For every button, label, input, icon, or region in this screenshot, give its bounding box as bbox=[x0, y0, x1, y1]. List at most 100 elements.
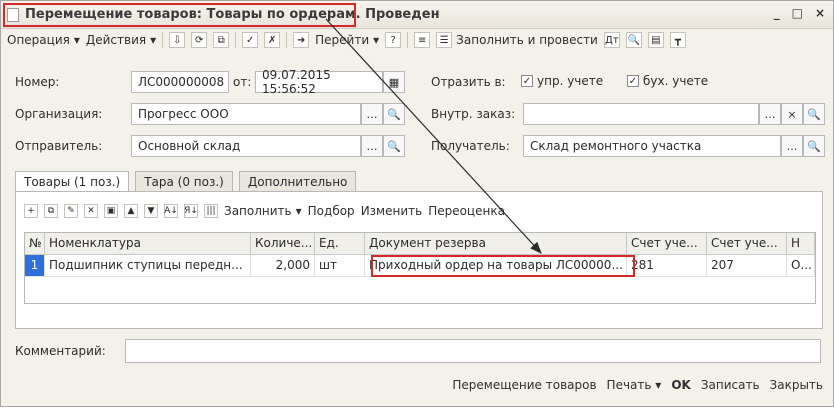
tabs: Товары (1 поз.) Тара (0 поз.) Дополнител… bbox=[15, 171, 357, 192]
list-icon[interactable]: ≡ bbox=[414, 32, 431, 48]
archive-icon[interactable]: ▣ bbox=[104, 204, 118, 218]
chevron-down-icon: ▾ bbox=[373, 33, 380, 47]
fill-menu[interactable]: Заполнить ▾ bbox=[224, 204, 302, 218]
internal-order-label: Внутр. заказ: bbox=[431, 107, 516, 121]
col-reserve-doc[interactable]: Документ резерва bbox=[365, 233, 627, 254]
search-icon: 🔍 bbox=[807, 139, 821, 153]
number-field[interactable]: ЛС000000008 bbox=[131, 71, 229, 93]
chevron-down-icon: ▾ bbox=[73, 33, 80, 47]
tab-tara[interactable]: Тара (0 поз.) bbox=[135, 171, 233, 192]
print-menu[interactable]: Печать ▾ bbox=[607, 378, 662, 392]
sort-desc-icon[interactable]: Я↓ bbox=[184, 204, 198, 218]
import-icon[interactable]: ⇩ bbox=[169, 32, 186, 48]
org-field[interactable]: Прогресс ООО bbox=[131, 103, 361, 125]
accounts-icon[interactable]: Дт bbox=[603, 32, 620, 48]
report-icon[interactable]: ▤ bbox=[647, 32, 664, 48]
org-label: Организация: bbox=[15, 107, 103, 121]
header-form: Номер: ЛС000000008 от: 09.07.2015 15:56:… bbox=[1, 53, 833, 163]
sender-field[interactable]: Основной склад bbox=[131, 135, 361, 157]
checkbox-box: ✓ bbox=[627, 75, 639, 87]
col-account1[interactable]: Счет уче... bbox=[627, 233, 707, 254]
change-button[interactable]: Изменить bbox=[361, 204, 423, 218]
comment-field[interactable] bbox=[125, 339, 821, 363]
cell-account1[interactable]: 281 bbox=[627, 255, 707, 276]
sender-search-button[interactable]: 🔍 bbox=[383, 135, 405, 157]
chevron-down-icon: ▾ bbox=[295, 204, 302, 218]
receiver-search-button[interactable]: 🔍 bbox=[803, 135, 825, 157]
cell-nomenclature[interactable]: Подшипник ступицы передн... bbox=[45, 255, 251, 276]
go-menu[interactable]: Перейти ▾ bbox=[315, 33, 379, 47]
col-account2[interactable]: Счет уче... bbox=[707, 233, 787, 254]
internal-order-ellipsis-button[interactable]: … bbox=[759, 103, 781, 125]
close-button[interactable]: × bbox=[815, 6, 825, 20]
calendar-icon: ▦ bbox=[388, 75, 400, 89]
cell-account2[interactable]: 207 bbox=[707, 255, 787, 276]
checkbox-buh[interactable]: ✓ бух. учете bbox=[627, 74, 708, 88]
unpost-icon[interactable]: ✗ bbox=[264, 32, 281, 48]
reflect-label: Отразить в: bbox=[431, 75, 506, 89]
col-unit[interactable]: Ед. bbox=[315, 233, 365, 254]
search-icon: 🔍 bbox=[387, 107, 401, 121]
post-icon[interactable]: ✓ bbox=[242, 32, 259, 48]
sender-ellipsis-button[interactable]: … bbox=[361, 135, 383, 157]
internal-order-search-button[interactable]: 🔍 bbox=[803, 103, 825, 125]
col-quantity[interactable]: Количе... bbox=[251, 233, 315, 254]
move-link[interactable]: Перемещение товаров bbox=[452, 378, 596, 392]
cell-quantity[interactable]: 2,000 bbox=[251, 255, 315, 276]
fill-and-post-button[interactable]: ☰ Заполнить и провести bbox=[436, 32, 598, 48]
select-button[interactable]: Подбор bbox=[308, 204, 355, 218]
date-field[interactable]: 09.07.2015 15:56:52 bbox=[255, 68, 383, 96]
help-icon[interactable]: ? bbox=[385, 32, 402, 48]
toolbar-separator bbox=[286, 32, 288, 48]
receiver-field[interactable]: Склад ремонтного участка bbox=[523, 135, 781, 157]
save-button[interactable]: Записать bbox=[701, 378, 760, 392]
tab-goods[interactable]: Товары (1 поз.) bbox=[15, 171, 130, 192]
structure-icon[interactable]: ┳ bbox=[669, 32, 686, 48]
calendar-button[interactable]: ▦ bbox=[383, 71, 405, 93]
org-search-button[interactable]: 🔍 bbox=[383, 103, 405, 125]
comment-label: Комментарий: bbox=[15, 344, 106, 358]
title-highlight bbox=[3, 3, 356, 27]
navigate-icon[interactable]: ➜ bbox=[293, 32, 310, 48]
window-controls: _ □ × bbox=[774, 6, 825, 20]
add-icon[interactable]: + bbox=[24, 204, 38, 218]
col-n[interactable]: Н bbox=[787, 233, 815, 254]
close-button-bottom[interactable]: Закрыть bbox=[770, 378, 823, 392]
delete-icon[interactable]: ✕ bbox=[84, 204, 98, 218]
move-up-icon[interactable]: ▲ bbox=[124, 204, 138, 218]
col-nomenclature[interactable]: Номенклатура bbox=[45, 233, 251, 254]
sort-asc-icon[interactable]: A↓ bbox=[164, 204, 178, 218]
ok-button[interactable]: OK bbox=[671, 378, 691, 392]
minimize-button[interactable]: _ bbox=[774, 6, 780, 20]
chevron-down-icon: ▾ bbox=[150, 33, 157, 47]
tab-additional[interactable]: Дополнительно bbox=[238, 171, 357, 192]
internal-order-field[interactable] bbox=[523, 103, 759, 125]
edit-icon[interactable]: ✎ bbox=[64, 204, 78, 218]
col-num[interactable]: № bbox=[25, 233, 45, 254]
maximize-button[interactable]: □ bbox=[792, 6, 803, 20]
close-icon: × bbox=[787, 107, 797, 121]
window-title-status: Проведен bbox=[365, 7, 440, 22]
search-icon: 🔍 bbox=[387, 139, 401, 153]
number-label: Номер: bbox=[15, 75, 60, 89]
table-header: № Номенклатура Количе... Ед. Документ ре… bbox=[25, 233, 815, 255]
revaluation-button[interactable]: Переоценка bbox=[428, 204, 505, 218]
barcode-icon[interactable]: ||| bbox=[204, 204, 218, 218]
search-icon: 🔍 bbox=[807, 107, 821, 121]
document-window: Перемещение товаров: Товары по ордерам. … bbox=[0, 0, 834, 407]
fill-icon: ☰ bbox=[436, 32, 453, 48]
receiver-ellipsis-button[interactable]: … bbox=[781, 135, 803, 157]
checkbox-upr[interactable]: ✓ упр. учете bbox=[521, 74, 603, 88]
internal-order-clear-button[interactable]: × bbox=[781, 103, 803, 125]
add-copy-icon[interactable]: ⧉ bbox=[44, 204, 58, 218]
refresh-icon[interactable]: ⟳ bbox=[191, 32, 208, 48]
move-down-icon[interactable]: ▼ bbox=[144, 204, 158, 218]
org-ellipsis-button[interactable]: … bbox=[361, 103, 383, 125]
copy-icon[interactable]: ⧉ bbox=[213, 32, 230, 48]
cell-unit[interactable]: шт bbox=[315, 255, 365, 276]
receiver-label: Получатель: bbox=[431, 139, 510, 153]
operation-menu[interactable]: Операция ▾ bbox=[7, 33, 80, 47]
cell-n[interactable]: О... bbox=[787, 255, 815, 276]
actions-menu[interactable]: Действия ▾ bbox=[86, 33, 156, 47]
preview-icon[interactable]: 🔍 bbox=[625, 32, 642, 48]
